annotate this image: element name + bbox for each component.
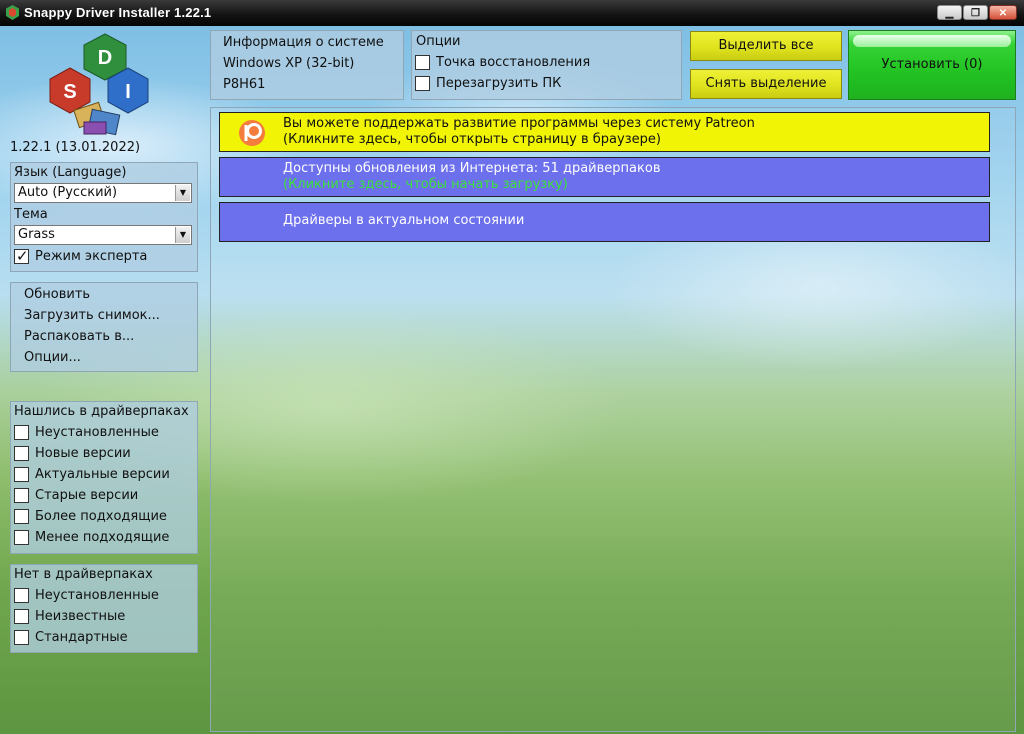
filter-old-versions[interactable]: Старые версии (14, 486, 138, 506)
filter-checkbox[interactable] (14, 446, 29, 461)
filter-label: Старые версии (35, 488, 139, 503)
found-in-packs-panel: Нашлись в драйверпаках Неустановленные Н… (10, 401, 198, 554)
chevron-down-icon[interactable]: ▼ (175, 185, 190, 201)
filter-checkbox[interactable] (14, 425, 29, 440)
app-icon (6, 5, 19, 20)
filter-label: Неустановленные (35, 588, 159, 603)
not-in-packs-panel: Нет в драйверпаках Неустановленные Неизв… (10, 564, 198, 653)
settings-panel: Язык (Language) Auto (Русский) ▼ Тема Gr… (10, 162, 198, 272)
options-panel: Опции Точка восстановления Перезагрузить… (411, 30, 682, 100)
restore-point-option[interactable]: Точка восстановления (415, 53, 590, 73)
updates-line2: (Кликните здесь, чтобы начать загрузку) (283, 177, 568, 192)
filter-label: Менее подходящие (35, 530, 170, 545)
expert-mode-option[interactable]: Режим эксперта (14, 246, 148, 267)
language-select[interactable]: Auto (Русский) ▼ (14, 183, 192, 203)
language-label: Язык (Language) (14, 165, 127, 180)
patreon-message[interactable]: Вы можете поддержать развитие программы … (219, 112, 990, 152)
reboot-option[interactable]: Перезагрузить ПК (415, 74, 561, 94)
filter-new-versions[interactable]: Новые версии (14, 444, 131, 464)
uptodate-text: Драйверы в актуальном состоянии (283, 213, 525, 228)
filter-label: Новые версии (35, 446, 131, 461)
restore-icon: ❐ (971, 8, 980, 19)
actions-panel: Обновить Загрузить снимок... Распаковать… (10, 282, 198, 372)
select-all-button[interactable]: Выделить все (690, 31, 842, 61)
filter-label: Неизвестные (35, 609, 126, 624)
patreon-line1: Вы можете поддержать развитие программы … (283, 116, 755, 131)
maximize-button[interactable]: ❐ (963, 5, 988, 20)
filter-not-installed-missing[interactable]: Неустановленные (14, 586, 159, 606)
found-in-packs-title: Нашлись в драйверпаках (14, 404, 189, 419)
deselect-button[interactable]: Снять выделение (690, 69, 842, 99)
filter-checkbox[interactable] (14, 609, 29, 624)
filter-label: Неустановленные (35, 425, 159, 440)
install-button[interactable]: Установить (0) (848, 30, 1016, 100)
title-bar: Snappy Driver Installer 1.22.1 ▁ ❐ ✕ (0, 0, 1024, 26)
minimize-button[interactable]: ▁ (937, 5, 962, 20)
sdi-logo: D S I (49, 33, 149, 136)
filter-better-match[interactable]: Более подходящие (14, 507, 167, 527)
theme-label: Тема (14, 207, 48, 222)
filter-unknown[interactable]: Неизвестные (14, 607, 125, 627)
filter-label: Более подходящие (35, 509, 167, 524)
filter-label: Стандартные (35, 630, 128, 645)
expert-mode-checkbox[interactable] (14, 246, 29, 266)
refresh-action[interactable]: Обновить (24, 287, 90, 302)
close-icon: ✕ (998, 8, 1008, 19)
restore-point-label: Точка восстановления (436, 55, 591, 70)
minimize-icon: ▁ (945, 8, 954, 19)
reboot-checkbox[interactable] (415, 76, 430, 91)
theme-select[interactable]: Grass ▼ (14, 225, 192, 245)
options-title: Опции (416, 34, 461, 49)
driver-list-area (210, 107, 1016, 732)
reboot-label: Перезагрузить ПК (436, 76, 562, 91)
options-action[interactable]: Опции... (24, 350, 81, 365)
system-info-panel[interactable]: Информация о системе Windows XP (32-bit)… (210, 30, 404, 100)
not-in-packs-title: Нет в драйверпаках (14, 567, 153, 582)
filter-checkbox[interactable] (14, 530, 29, 545)
updates-message[interactable]: Доступны обновления из Интернета: 51 дра… (219, 157, 990, 197)
filter-checkbox[interactable] (14, 488, 29, 503)
close-button[interactable]: ✕ (989, 5, 1017, 20)
load-snapshot-action[interactable]: Загрузить снимок... (24, 308, 160, 323)
filter-checkbox[interactable] (14, 630, 29, 645)
filter-checkbox[interactable] (14, 467, 29, 482)
filter-worse-match[interactable]: Менее подходящие (14, 528, 169, 548)
window-title: Snappy Driver Installer 1.22.1 (24, 5, 212, 20)
patreon-icon (239, 120, 265, 146)
filter-checkbox[interactable] (14, 509, 29, 524)
version-label: 1.22.1 (13.01.2022) (10, 140, 141, 155)
language-select-value: Auto (Русский) (18, 185, 118, 200)
logo-letter-i: I (125, 81, 131, 103)
filter-label: Актуальные версии (35, 467, 170, 482)
logo-letter-s: S (63, 81, 76, 103)
filter-not-installed[interactable]: Неустановленные (14, 423, 159, 443)
updates-line1: Доступны обновления из Интернета: 51 дра… (283, 161, 661, 176)
filter-checkbox[interactable] (14, 588, 29, 603)
expert-mode-label: Режим эксперта (35, 249, 148, 264)
extract-to-action[interactable]: Распаковать в... (24, 329, 134, 344)
filter-current-versions[interactable]: Актуальные версии (14, 465, 170, 485)
chevron-down-icon[interactable]: ▼ (175, 227, 190, 243)
system-os: Windows XP (32-bit) (223, 56, 355, 71)
patreon-line2: (Кликните здесь, чтобы открыть страницу … (283, 132, 661, 147)
logo-letter-d: D (98, 47, 112, 69)
restore-point-checkbox[interactable] (415, 55, 430, 70)
uptodate-message[interactable]: Драйверы в актуальном состоянии (219, 202, 990, 242)
system-info-title: Информация о системе (223, 35, 384, 50)
install-label: Установить (0) (881, 57, 983, 72)
theme-select-value: Grass (18, 227, 55, 242)
filter-standard[interactable]: Стандартные (14, 628, 128, 648)
system-board: P8H61 (223, 77, 266, 92)
